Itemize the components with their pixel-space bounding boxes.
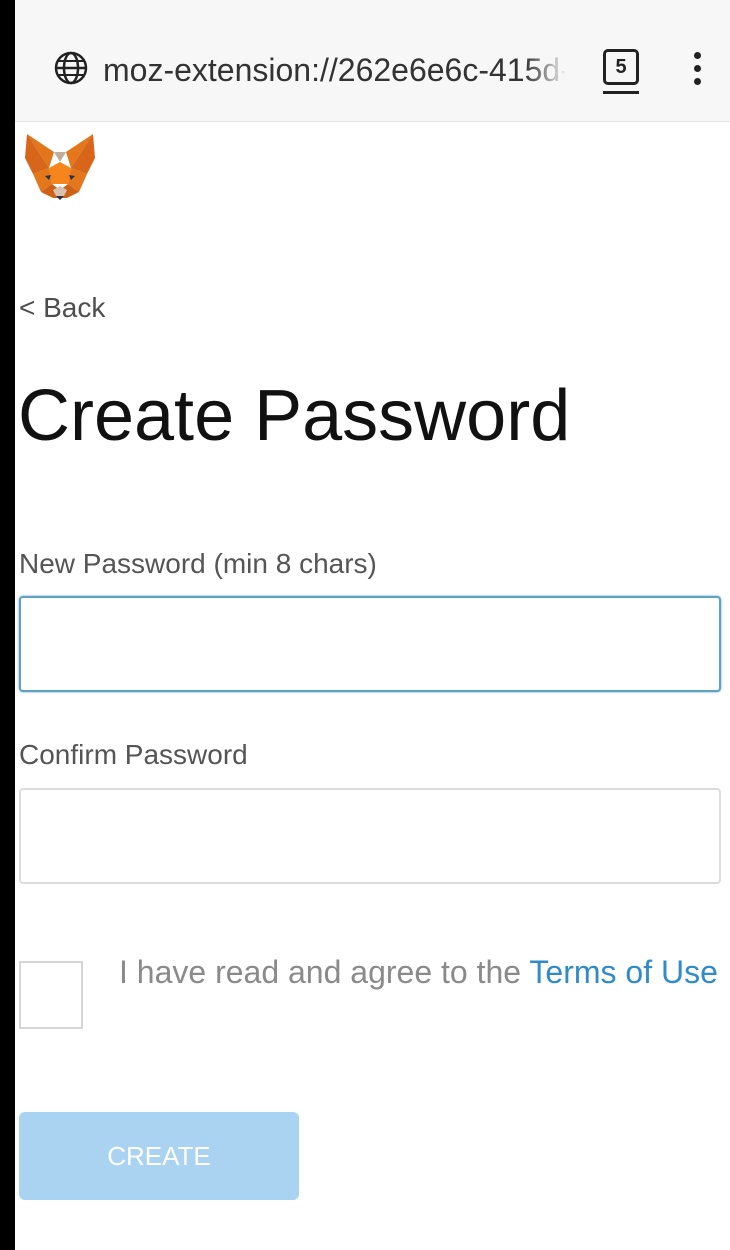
terms-of-use-link[interactable]: Terms of Use	[529, 954, 717, 990]
browser-url-bar[interactable]: moz-extension://262e6e6c-415d- 5	[15, 0, 730, 122]
terms-checkbox[interactable]	[19, 961, 83, 1029]
url-fade	[525, 46, 567, 94]
confirm-password-input[interactable]	[19, 788, 721, 884]
page-title: Create Password	[18, 376, 571, 456]
globe-icon	[54, 51, 88, 85]
terms-prefix: I have read and agree to the	[119, 954, 530, 990]
back-link[interactable]: < Back	[19, 290, 105, 326]
new-password-label: New Password (min 8 chars)	[19, 548, 377, 579]
terms-text: I have read and agree to the Terms of Us…	[119, 948, 729, 996]
confirm-password-label: Confirm Password	[19, 739, 248, 770]
new-password-input[interactable]	[19, 596, 721, 692]
left-screen-edge	[0, 0, 15, 1250]
metamask-fox-icon	[25, 134, 95, 200]
vertical-ellipsis-icon[interactable]	[687, 48, 707, 88]
tab-count-button[interactable]: 5	[603, 49, 639, 85]
tab-count-underline	[603, 91, 639, 94]
create-button[interactable]: CREATE	[19, 1112, 299, 1200]
url-text[interactable]: moz-extension://262e6e6c-415d-	[103, 50, 565, 90]
page: moz-extension://262e6e6c-415d- 5 < Back …	[15, 0, 730, 1250]
